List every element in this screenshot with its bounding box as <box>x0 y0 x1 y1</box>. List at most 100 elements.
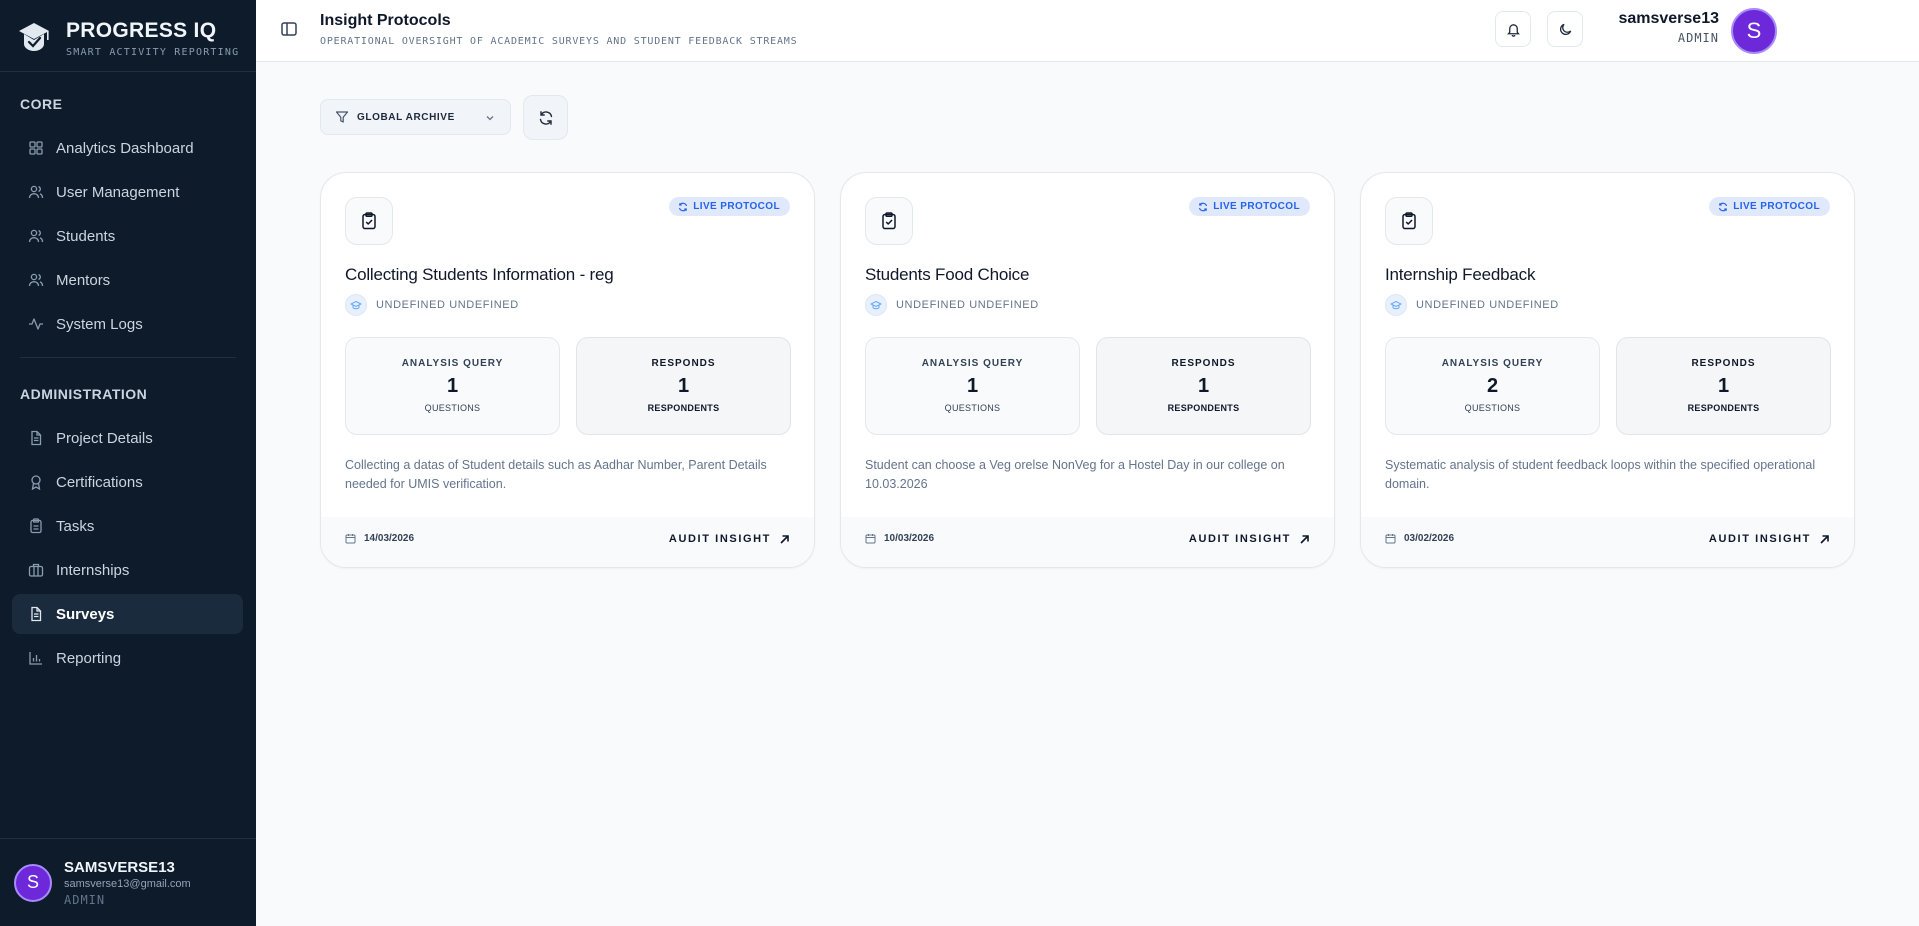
clipboard-check-icon <box>865 197 913 245</box>
stat-value: 2 <box>1486 375 1499 397</box>
nav-administration: Project Details Certifications Tasks Int… <box>12 418 243 682</box>
audit-insight-label: AUDIT INSIGHT <box>1708 533 1811 545</box>
avatar[interactable]: S <box>14 863 52 902</box>
bell-icon <box>1506 23 1520 37</box>
card-owner: UNDEFINED UNDEFINED <box>345 294 519 316</box>
stat-heading: RESPONDS <box>1171 358 1236 369</box>
card-footer: 03/02/2026 AUDIT INSIGHT <box>1361 517 1854 567</box>
filter-selected-value: GLOBAL ARCHIVE <box>357 111 455 123</box>
filter-icon <box>335 110 349 124</box>
audit-insight-link[interactable]: AUDIT INSIGHT <box>1189 533 1310 545</box>
respondents-stat: RESPONDS 1 RESPONDENTS <box>576 337 791 435</box>
sidebar-item-certifications[interactable]: Certifications <box>12 462 243 502</box>
page-title: Insight Protocols <box>320 12 451 29</box>
card-footer: 14/03/2026 AUDIT INSIGHT <box>321 517 814 567</box>
nav-divider <box>20 357 236 358</box>
archive-filter-select[interactable]: GLOBAL ARCHIVE <box>320 99 511 135</box>
arrow-up-right-icon <box>1299 534 1310 545</box>
section-label-administration: ADMINISTRATION <box>20 386 148 402</box>
clipboard-icon <box>28 518 44 534</box>
card-description: Systematic analysis of student feedback … <box>1385 458 1816 491</box>
sidebar-item-system-logs[interactable]: System Logs <box>12 304 243 344</box>
stat-heading: RESPONDS <box>1691 358 1756 369</box>
card-owner: UNDEFINED UNDEFINED <box>1385 294 1559 316</box>
header-user-role: ADMIN <box>1677 31 1719 45</box>
sidebar-user-profile[interactable]: S SAMSVERSE13 samsverse13@gmail.com ADMI… <box>0 838 256 926</box>
status-badge: LIVE PROTOCOL <box>669 197 790 216</box>
sidebar-item-internships[interactable]: Internships <box>12 550 243 590</box>
grid-icon <box>28 140 44 156</box>
award-icon <box>28 474 44 490</box>
card-owner-label: UNDEFINED UNDEFINED <box>376 299 519 311</box>
sidebar-item-analytics-dashboard[interactable]: Analytics Dashboard <box>12 128 243 168</box>
audit-insight-label: AUDIT INSIGHT <box>668 533 771 545</box>
graduation-cap-logo-icon <box>19 23 49 51</box>
user-email: samsverse13@gmail.com <box>64 877 191 890</box>
sidebar-item-label: Students <box>56 227 116 245</box>
stat-heading: ANALYSIS QUERY <box>921 358 1024 369</box>
arrow-up-right-icon <box>1819 534 1830 545</box>
audit-insight-link[interactable]: AUDIT INSIGHT <box>1709 533 1830 545</box>
arrow-up-right-icon <box>779 534 790 545</box>
refresh-icon <box>1198 202 1208 212</box>
survey-card[interactable]: LIVE PROTOCOL Collecting Students Inform… <box>320 172 815 568</box>
page-subtitle: OPERATIONAL OVERSIGHT OF ACADEMIC SURVEY… <box>320 36 798 47</box>
user-role: ADMIN <box>64 892 106 907</box>
brand-subtitle: SMART ACTIVITY REPORTING <box>66 46 240 58</box>
stat-caption: RESPONDENTS <box>1687 403 1760 413</box>
survey-card[interactable]: LIVE PROTOCOL Internship Feedback UNDEFI… <box>1360 172 1855 568</box>
card-description: Collecting a datas of Student details su… <box>345 458 767 491</box>
notifications-button[interactable] <box>1495 11 1531 47</box>
sidebar-item-label: Mentors <box>56 271 111 289</box>
sidebar-item-reporting[interactable]: Reporting <box>12 638 243 678</box>
section-label-core: CORE <box>20 96 63 112</box>
stat-heading: RESPONDS <box>651 358 716 369</box>
sidebar-item-tasks[interactable]: Tasks <box>12 506 243 546</box>
top-header: Insight Protocols OPERATIONAL OVERSIGHT … <box>256 0 1919 62</box>
file-text-icon <box>28 606 44 622</box>
graduation-cap-icon <box>345 294 367 316</box>
questions-stat: ANALYSIS QUERY 2 QUESTIONS <box>1385 337 1600 435</box>
users-icon <box>28 272 44 288</box>
sidebar-item-project-details[interactable]: Project Details <box>12 418 243 458</box>
brand[interactable]: PROGRESS IQ SMART ACTIVITY REPORTING <box>0 0 256 60</box>
clipboard-check-icon <box>1385 197 1433 245</box>
briefcase-icon <box>28 562 44 578</box>
sidebar-item-students[interactable]: Students <box>12 216 243 256</box>
audit-insight-link[interactable]: AUDIT INSIGHT <box>669 533 790 545</box>
card-owner-label: UNDEFINED UNDEFINED <box>1416 299 1559 311</box>
card-title: Internship Feedback <box>1385 265 1536 284</box>
status-badge-label: LIVE PROTOCOL <box>693 201 780 212</box>
refresh-icon <box>678 202 688 212</box>
graduation-cap-icon <box>865 294 887 316</box>
theme-toggle-button[interactable] <box>1547 11 1583 47</box>
stat-value: 1 <box>966 375 979 397</box>
audit-insight-label: AUDIT INSIGHT <box>1188 533 1291 545</box>
sidebar-item-mentors[interactable]: Mentors <box>12 260 243 300</box>
graduation-cap-icon <box>1385 294 1407 316</box>
survey-card[interactable]: LIVE PROTOCOL Students Food Choice UNDEF… <box>840 172 1335 568</box>
card-date-text: 10/03/2026 <box>884 533 935 544</box>
header-user[interactable]: samsverse13 ADMIN <box>1618 10 1719 45</box>
brand-title: PROGRESS IQ <box>66 18 217 42</box>
sidebar: PROGRESS IQ SMART ACTIVITY REPORTING COR… <box>0 0 256 926</box>
avatar[interactable]: S <box>1731 8 1777 54</box>
refresh-icon <box>539 110 552 125</box>
status-badge-label: LIVE PROTOCOL <box>1733 201 1820 212</box>
file-icon <box>28 430 44 446</box>
card-date: 10/03/2026 <box>865 533 934 544</box>
status-badge: LIVE PROTOCOL <box>1189 197 1310 216</box>
sidebar-toggle-icon[interactable] <box>280 20 298 38</box>
sidebar-item-surveys[interactable]: Surveys <box>12 594 243 634</box>
stat-heading: ANALYSIS QUERY <box>1441 358 1544 369</box>
stat-value: 1 <box>446 375 459 397</box>
stat-caption: RESPONDENTS <box>647 403 720 413</box>
card-date: 03/02/2026 <box>1385 533 1454 544</box>
sidebar-item-label: Project Details <box>56 429 153 447</box>
refresh-button[interactable] <box>523 95 568 140</box>
sidebar-item-user-management[interactable]: User Management <box>12 172 243 212</box>
sidebar-item-label: User Management <box>56 183 180 201</box>
users-icon <box>28 228 44 244</box>
moon-icon <box>1559 23 1571 35</box>
user-name: SAMSVERSE13 <box>64 858 175 876</box>
